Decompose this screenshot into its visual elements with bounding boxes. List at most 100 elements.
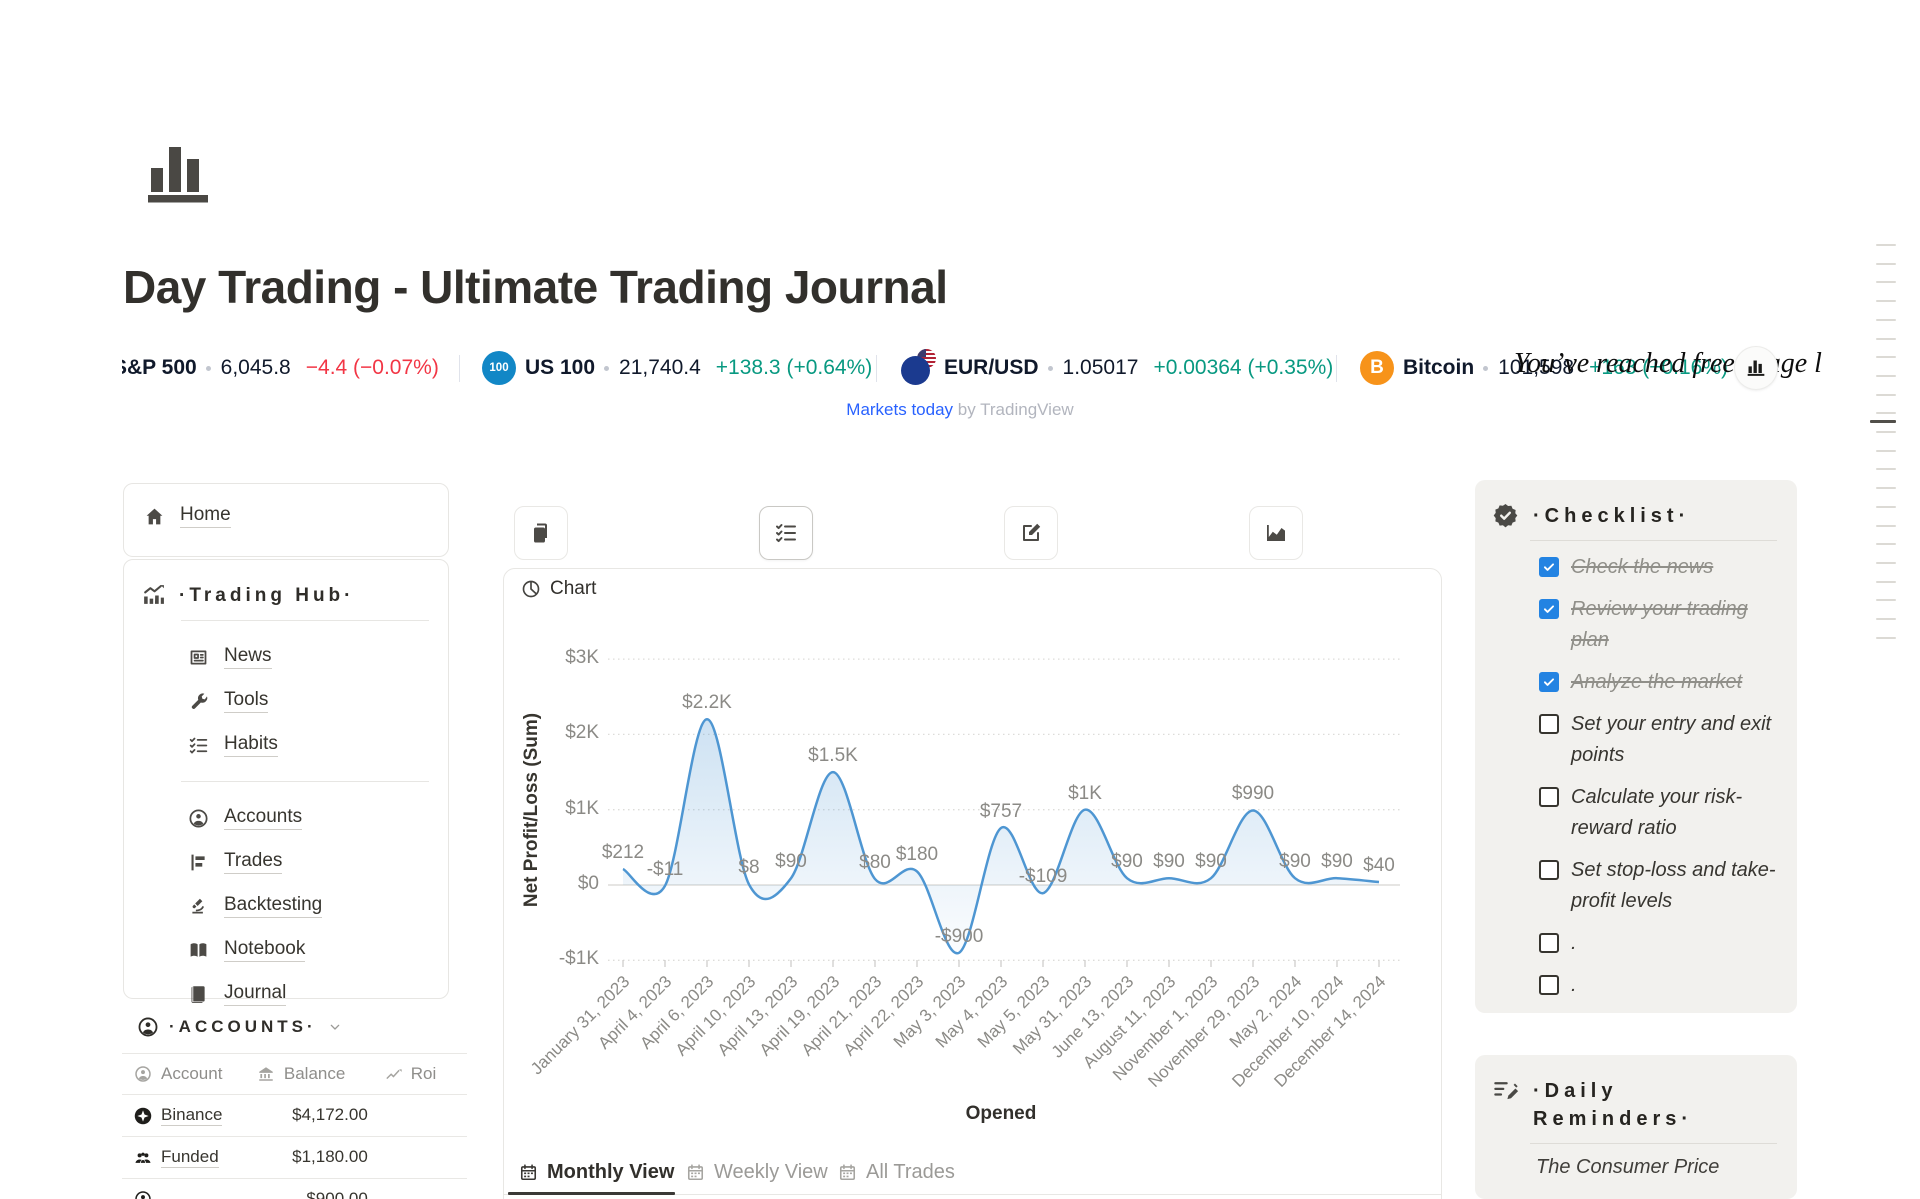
account-cell[interactable]: Binance (122, 1095, 251, 1136)
view-tabs: Monthly View Weekly View All Trades (504, 1147, 1441, 1199)
sidebar-item-label[interactable]: Journal (224, 982, 286, 1006)
markets-today-link[interactable]: Markets today (846, 400, 953, 419)
checked-checkbox[interactable] (1539, 599, 1559, 619)
outline-dash[interactable] (1876, 375, 1896, 377)
balance-cell[interactable]: $1,180.00 (251, 1137, 379, 1178)
checklist-item: . (1539, 970, 1777, 1001)
data-point-label: $2.2K (662, 692, 752, 714)
roi-cell[interactable] (379, 1137, 467, 1178)
ticker-item-us-100[interactable]: 100US 10021,740.4+138.3 (+0.64%) (482, 338, 872, 398)
chevron-down-icon[interactable] (327, 1019, 343, 1035)
column-header-account[interactable]: Account (122, 1054, 251, 1094)
outline-dash[interactable] (1876, 506, 1896, 508)
sidebar-item-label[interactable]: Accounts (224, 806, 302, 830)
sidebar-item-label[interactable]: Habits (224, 733, 278, 757)
outline-dash[interactable] (1876, 581, 1896, 583)
outline-dash[interactable] (1876, 599, 1896, 601)
unchecked-checkbox[interactable] (1539, 860, 1559, 880)
checked-checkbox[interactable] (1539, 672, 1559, 692)
column-header-roi[interactable]: Roi (379, 1054, 467, 1094)
account-cell[interactable]: Funded (122, 1137, 251, 1178)
unchecked-checkbox[interactable] (1539, 933, 1559, 953)
sidebar-item-home[interactable]: Home (124, 484, 448, 528)
sidebar-item-label[interactable]: Home (180, 504, 231, 528)
outline-dash[interactable] (1876, 525, 1896, 527)
outline-dash[interactable] (1876, 412, 1896, 414)
sidebar-item-journal[interactable]: Journal (124, 972, 448, 1016)
divider (181, 781, 429, 782)
toolbar-button-edit-square-icon[interactable] (1004, 506, 1058, 560)
checklist-item-label: Set stop-loss and take-profit levels (1571, 855, 1777, 917)
outline-dash[interactable] (1876, 319, 1896, 321)
balance-cell[interactable]: $900.00 (251, 1179, 379, 1199)
outline-dash[interactable] (1876, 300, 1896, 302)
outline-dash[interactable] (1876, 562, 1896, 564)
accounts-section-header[interactable]: ·ACCOUNTS· (137, 1016, 343, 1038)
sidebar-item-label[interactable]: Backtesting (224, 894, 322, 918)
outline-dash[interactable] (1876, 468, 1896, 470)
sidebar-item-notebook[interactable]: Notebook (124, 928, 448, 972)
tab-label: Monthly View (547, 1161, 674, 1184)
outline-dash[interactable] (1876, 543, 1896, 545)
home-icon (144, 506, 165, 527)
roi-cell[interactable] (379, 1095, 467, 1136)
sidebar-item-habits[interactable]: Habits (124, 723, 448, 767)
outline-dash[interactable] (1876, 487, 1896, 489)
ticker-item-eur-usd[interactable]: EUR/USD1.05017+0.00364 (+0.35%) (901, 338, 1333, 398)
list-pencil-icon (1492, 1077, 1519, 1104)
roi-chart-icon (385, 1065, 403, 1083)
bitcoin-icon: B (1360, 351, 1394, 385)
sidebar-item-accounts[interactable]: Accounts (124, 796, 448, 840)
tab-weekly-view[interactable]: Weekly View (686, 1161, 828, 1184)
ticker-item-s-p-500[interactable]: S&P 5006,045.8−4.4 (−0.07%) (122, 338, 439, 398)
outline-dash[interactable] (1876, 338, 1896, 340)
unchecked-checkbox[interactable] (1539, 714, 1559, 734)
column-header-balance[interactable]: Balance (251, 1054, 379, 1094)
sidebar-item-label[interactable]: Trades (224, 850, 282, 874)
ticker-change: −4.4 (−0.07%) (306, 356, 439, 380)
outline-dash[interactable] (1876, 450, 1896, 452)
ticker-symbol: EUR/USD (944, 356, 1039, 380)
habits-checklist-icon (774, 521, 798, 545)
tab-monthly-view[interactable]: Monthly View (519, 1161, 674, 1184)
sidebar-item-trades[interactable]: Trades (124, 840, 448, 884)
dot-separator (604, 366, 609, 371)
account-link[interactable]: Funded (161, 1147, 219, 1168)
sidebar-item-label[interactable]: Tools (224, 689, 268, 713)
outline-dash[interactable] (1876, 263, 1896, 265)
tradingview-logo-badge[interactable] (1735, 347, 1777, 389)
outline-dash[interactable] (1876, 281, 1896, 283)
sidebar-item-backtesting[interactable]: Backtesting (124, 884, 448, 928)
trades-flag-icon (188, 852, 209, 873)
outline-dash[interactable] (1876, 637, 1896, 639)
list-pencil-icon (1492, 1077, 1519, 1104)
page-bar-chart-icon[interactable] (133, 138, 223, 210)
tab-label: All Trades (866, 1161, 955, 1184)
sidebar-item-label[interactable]: Notebook (224, 938, 305, 962)
toolbar-button-habits-checklist-icon[interactable] (759, 506, 813, 560)
unchecked-checkbox[interactable] (1539, 787, 1559, 807)
account-link[interactable]: Binance (161, 1105, 222, 1126)
sidebar-item-label[interactable]: News (224, 645, 272, 669)
outline-dash[interactable] (1876, 356, 1896, 358)
sidebar-item-news[interactable]: News (124, 635, 448, 679)
checked-checkbox[interactable] (1539, 557, 1559, 577)
sidebar-item-tools[interactable]: Tools (124, 679, 448, 723)
toolbar-button-pages-icon[interactable] (514, 506, 568, 560)
roi-cell[interactable] (379, 1179, 467, 1199)
daily-reminder-text: The Consumer Price (1536, 1156, 1777, 1179)
data-point-label: -$900 (914, 926, 1004, 948)
checklist-items: Check the newsReview your trading planAn… (1475, 552, 1797, 1001)
outline-dash[interactable] (1876, 244, 1896, 246)
outline-dash[interactable] (1876, 618, 1896, 620)
outline-dash[interactable] (1876, 431, 1896, 433)
unchecked-checkbox[interactable] (1539, 975, 1559, 995)
tab-all-trades[interactable]: All Trades (838, 1161, 955, 1184)
data-point-label: -$11 (620, 859, 710, 881)
balance-cell[interactable]: $4,172.00 (251, 1095, 379, 1136)
toolbar-button-area-chart-icon[interactable] (1249, 506, 1303, 560)
outline-dash-active[interactable] (1870, 420, 1896, 423)
account-cell[interactable] (122, 1179, 251, 1199)
outline-dash[interactable] (1876, 394, 1896, 396)
chevron-down-icon (327, 1019, 343, 1035)
